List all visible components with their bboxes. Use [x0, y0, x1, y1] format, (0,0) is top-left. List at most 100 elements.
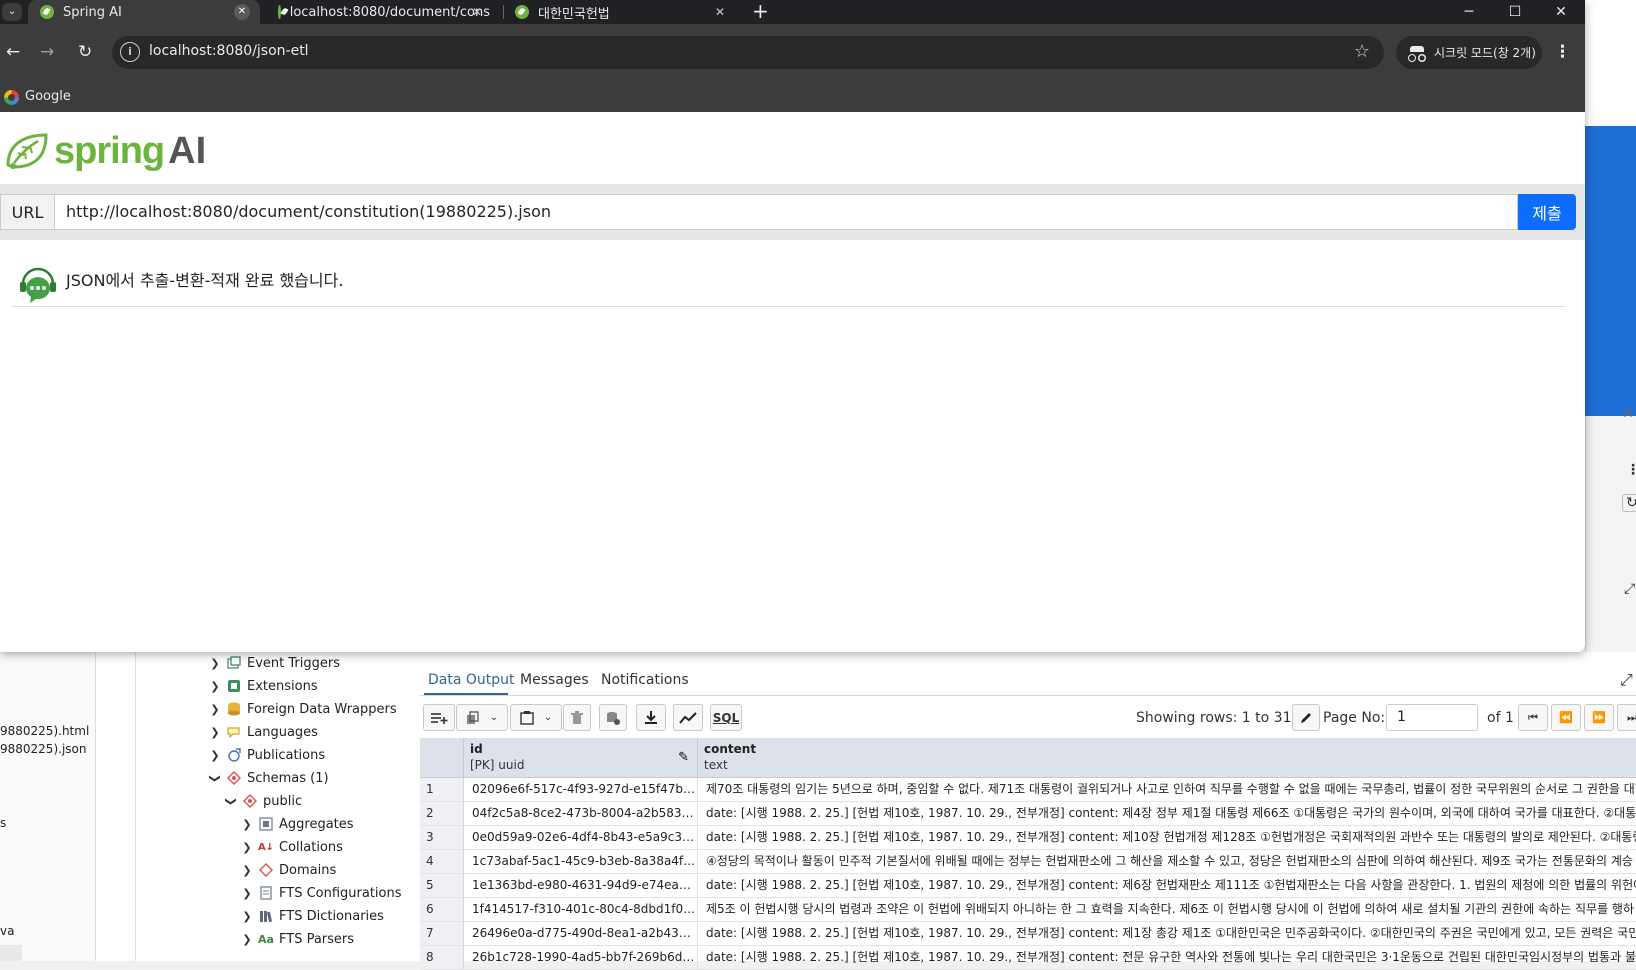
expand-panel-icon[interactable]: ⤢: [1620, 670, 1633, 690]
paste-button[interactable]: ⌄: [510, 704, 562, 731]
chevron-down-icon[interactable]: ❯: [209, 771, 222, 785]
table-row[interactable]: 3 0e0d59a9-02e6-4df4-8b43-e5a9c3766f... da…: [420, 826, 1636, 850]
row-number[interactable]: 6: [420, 898, 464, 921]
file-item[interactable]: s: [0, 816, 6, 830]
cell-content[interactable]: date: [시행 1988. 2. 25.] [헌법 제10호, 1987. …: [698, 922, 1636, 945]
sql-button[interactable]: SQL: [710, 704, 742, 731]
tab-messages[interactable]: Messages: [520, 672, 589, 688]
tab-search-chevron-icon[interactable]: ⌄: [2, 3, 22, 21]
delete-button[interactable]: [563, 704, 591, 731]
table-row[interactable]: 7 26496e0a-d775-490d-8ea1-a2b43e35e... dat…: [420, 922, 1636, 946]
tree-item-languages[interactable]: ❯ Languages: [208, 721, 318, 743]
new-tab-button[interactable]: +: [752, 0, 769, 22]
cell-id[interactable]: 26b1c728-1990-4ad5-bb7f-269b6d20df...: [464, 946, 698, 969]
cell-content[interactable]: date: [시행 1988. 2. 25.] [헌법 제10호, 1987. …: [698, 874, 1636, 897]
chevron-right-icon[interactable]: ❯: [240, 841, 254, 854]
expand-icon[interactable]: ⤢: [1624, 581, 1635, 597]
tree-item-event-triggers[interactable]: ❯ Event Triggers: [208, 652, 340, 674]
chevron-right-icon[interactable]: ❯: [208, 680, 222, 693]
tree-item-fts-configurations[interactable]: ❯ FTS Configurations: [240, 882, 401, 904]
incognito-indicator[interactable]: 시크릿 모드(창 2개): [1396, 36, 1542, 69]
file-item[interactable]: 9880225).html: [0, 724, 89, 738]
table-row[interactable]: 4 1c73abaf-5ac1-45c9-b3eb-8a38a4fc9cf3 ④정당…: [420, 850, 1636, 874]
row-number[interactable]: 1: [420, 778, 464, 801]
copy-button[interactable]: ⌄: [456, 704, 508, 731]
refresh-icon[interactable]: ↻: [1622, 494, 1636, 512]
address-bar[interactable]: i localhost:8080/json-etl ☆: [112, 36, 1384, 69]
cell-id[interactable]: 04f2c5a8-8ce2-473b-8004-a2b583f686...: [464, 802, 698, 825]
tree-item-extensions[interactable]: ❯ Extensions: [208, 675, 317, 697]
submit-button[interactable]: 제출: [1518, 194, 1576, 230]
chevron-down-icon[interactable]: ❯: [225, 794, 238, 808]
forward-button[interactable]: →: [40, 42, 54, 62]
tree-item-collations[interactable]: ❯ A↓ Collations: [240, 836, 343, 858]
close-tab-icon[interactable]: ✕: [472, 5, 482, 19]
first-page-button[interactable]: ⏮: [1518, 704, 1548, 731]
cell-content[interactable]: date: [시행 1988. 2. 25.] [헌법 제10호, 1987. …: [698, 826, 1636, 849]
page-number-input[interactable]: 1: [1386, 704, 1478, 731]
close-icon[interactable]: ✕: [1622, 406, 1634, 422]
cell-id[interactable]: 1c73abaf-5ac1-45c9-b3eb-8a38a4fc9cf3: [464, 850, 698, 873]
browser-menu-icon[interactable]: ⋮: [1554, 42, 1571, 62]
cell-id[interactable]: 1e1363bd-e980-4631-94d9-e74ea4de2...: [464, 874, 698, 897]
table-row[interactable]: 1 02096e6f-517c-4f93-927d-e15f47ba6b... 제7…: [420, 778, 1636, 802]
row-number[interactable]: 7: [420, 922, 464, 945]
kebab-menu-icon[interactable]: ⋮: [1626, 462, 1636, 478]
chevron-right-icon[interactable]: ❯: [208, 749, 222, 762]
next-page-button[interactable]: ⏩: [1584, 704, 1614, 731]
minimize-button[interactable]: ─: [1446, 0, 1492, 24]
address-text[interactable]: localhost:8080/json-etl: [149, 43, 309, 59]
column-header-content[interactable]: content text: [698, 738, 1636, 778]
url-input[interactable]: http://localhost:8080/document/constitut…: [54, 194, 1518, 230]
chevron-right-icon[interactable]: ❯: [208, 726, 222, 739]
tree-item-publications[interactable]: ❯ Publications: [208, 744, 325, 766]
close-window-button[interactable]: ✕: [1538, 0, 1584, 24]
tab-data-output[interactable]: Data Output: [428, 672, 515, 688]
bookmark-google[interactable]: Google: [25, 89, 71, 104]
back-button[interactable]: ←: [6, 42, 20, 62]
tree-item-public[interactable]: ❯ public: [224, 790, 303, 812]
cell-content[interactable]: 제5조 이 헌법시행 당시의 법령과 조약은 이 헌법에 위배되지 아니하는 한…: [698, 898, 1636, 921]
chevron-right-icon[interactable]: ❯: [208, 703, 222, 716]
edit-rows-button[interactable]: [1292, 704, 1320, 731]
close-tab-icon[interactable]: ✕: [715, 5, 725, 19]
cell-id[interactable]: 0e0d59a9-02e6-4df4-8b43-e5a9c3766f...: [464, 826, 698, 849]
row-number[interactable]: 8: [420, 946, 464, 969]
bookmark-star-icon[interactable]: ☆: [1354, 41, 1370, 62]
cell-content[interactable]: ④정당의 목적이나 활동이 민주적 기본질서에 위배될 때에는 정부는 헌법재판…: [698, 850, 1636, 873]
save-data-button[interactable]: [599, 704, 627, 731]
cell-content[interactable]: 제70조 대통령의 임기는 5년으로 하며, 중임할 수 없다. 제71조 대통…: [698, 778, 1636, 801]
chevron-right-icon[interactable]: ❯: [240, 818, 254, 831]
chevron-right-icon[interactable]: ❯: [240, 910, 254, 923]
row-number[interactable]: 4: [420, 850, 464, 873]
tab-notifications[interactable]: Notifications: [601, 672, 689, 688]
table-row[interactable]: 8 26b1c728-1990-4ad5-bb7f-269b6d20df... da…: [420, 946, 1636, 970]
row-number[interactable]: 5: [420, 874, 464, 897]
tree-item-fts-parsers[interactable]: ❯ Aa FTS Parsers: [240, 928, 354, 950]
site-info-icon[interactable]: i: [120, 42, 140, 62]
table-row[interactable]: 5 1e1363bd-e980-4631-94d9-e74ea4de2... dat…: [420, 874, 1636, 898]
chevron-right-icon[interactable]: ❯: [240, 933, 254, 946]
chevron-right-icon[interactable]: ❯: [208, 657, 222, 670]
tab-document[interactable]: localhost:8080/document/cons ✕: [268, 0, 490, 24]
file-item[interactable]: va: [0, 924, 14, 938]
file-item[interactable]: 9880225).json: [0, 742, 86, 756]
tree-item-schemas[interactable]: ❯ Schemas (1): [208, 767, 329, 789]
cell-id[interactable]: 26496e0a-d775-490d-8ea1-a2b43e35e...: [464, 922, 698, 945]
prev-page-button[interactable]: ⏪: [1551, 704, 1581, 731]
row-number[interactable]: 2: [420, 802, 464, 825]
last-page-button[interactable]: ⏭: [1617, 704, 1636, 731]
tree-item-foreign-data-wrappers[interactable]: ❯ Foreign Data Wrappers: [208, 698, 396, 720]
cell-id[interactable]: 02096e6f-517c-4f93-927d-e15f47ba6b...: [464, 778, 698, 801]
chevron-right-icon[interactable]: ❯: [240, 887, 254, 900]
table-row[interactable]: 6 1f414517-f310-401c-80c4-8dbd1f0a75... 제5…: [420, 898, 1636, 922]
download-button[interactable]: [636, 704, 666, 731]
chevron-down-icon[interactable]: ⌄: [544, 712, 552, 723]
cell-content[interactable]: date: [시행 1988. 2. 25.] [헌법 제10호, 1987. …: [698, 802, 1636, 825]
cell-id[interactable]: 1f414517-f310-401c-80c4-8dbd1f0a75...: [464, 898, 698, 921]
chevron-right-icon[interactable]: ❯: [240, 864, 254, 877]
add-row-button[interactable]: [423, 704, 455, 731]
tree-item-domains[interactable]: ❯ Domains: [240, 859, 336, 881]
reload-button[interactable]: ↻: [78, 42, 92, 62]
graph-visualiser-button[interactable]: [673, 704, 703, 731]
